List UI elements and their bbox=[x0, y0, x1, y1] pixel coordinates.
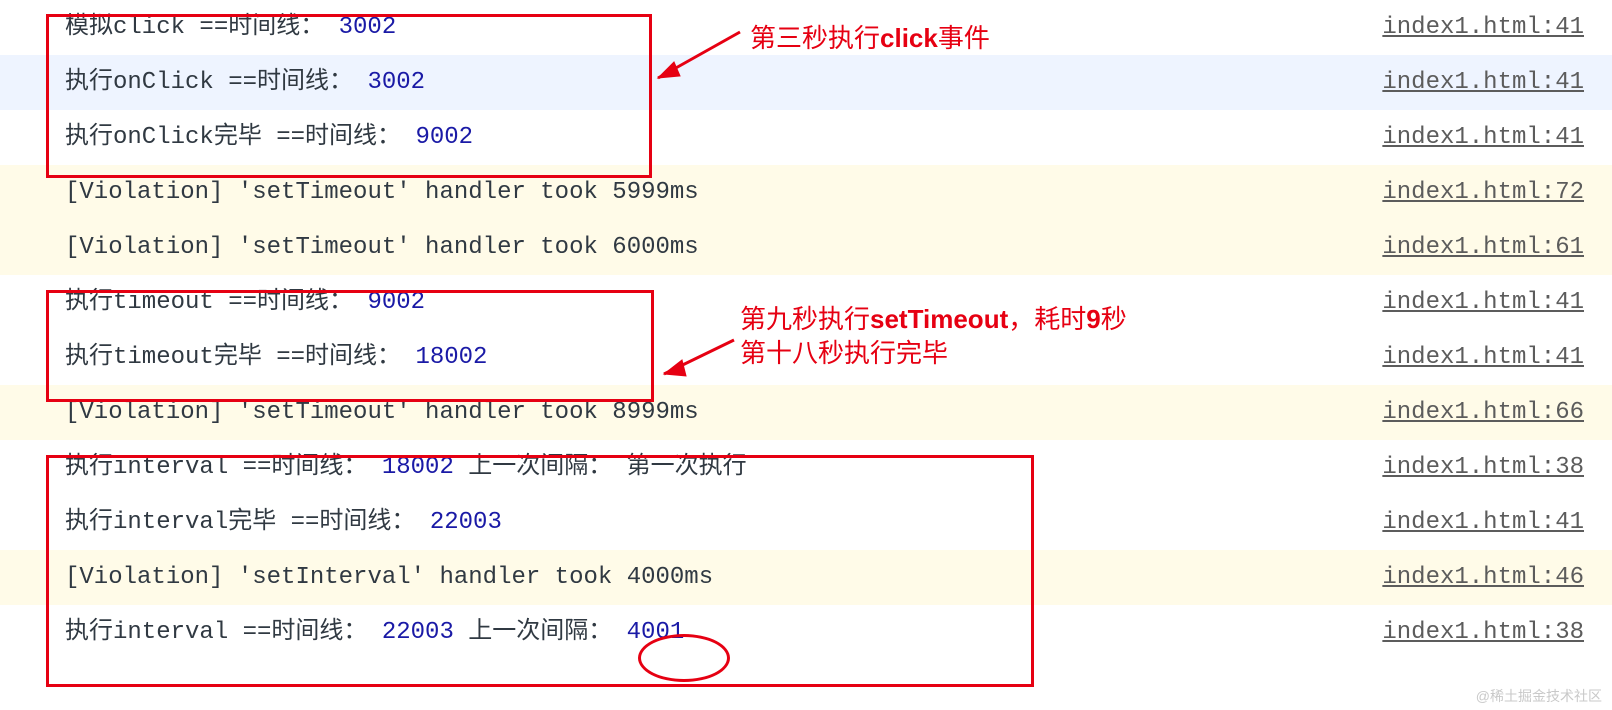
watermark: @稀土掘金技术社区 bbox=[1476, 686, 1602, 706]
log-segment: 执行onClick完毕 ==时间线： bbox=[65, 124, 415, 151]
console-row: 执行onClick完毕 ==时间线： 9002 index1.html:41 bbox=[0, 110, 1612, 165]
source-link[interactable]: index1.html:41 bbox=[1382, 0, 1584, 55]
console-row: [Violation] 'setTimeout' handler took 89… bbox=[0, 385, 1612, 440]
log-segment: 执行interval完毕 ==时间线： bbox=[65, 509, 430, 536]
log-segment: 18002 bbox=[382, 454, 454, 481]
console-rows: 模拟click ==时间线： 3002index1.html:41执行onCli… bbox=[0, 0, 1612, 660]
console-row: 模拟click ==时间线： 3002 index1.html:41 bbox=[0, 0, 1612, 55]
source-link[interactable]: index1.html:38 bbox=[1382, 440, 1584, 495]
console-row: 执行interval ==时间线： 22003 上一次间隔： 4001 index… bbox=[0, 605, 1612, 660]
console-row: [Violation] 'setTimeout' handler took 60… bbox=[0, 220, 1612, 275]
console-row: 执行timeout完毕 ==时间线： 18002 index1.html:41 bbox=[0, 330, 1612, 385]
console-row: 执行timeout ==时间线： 9002 index1.html:41 bbox=[0, 275, 1612, 330]
log-segment: 3002 bbox=[339, 14, 397, 41]
log-segment: [Violation] 'setInterval' handler took 4… bbox=[65, 564, 713, 591]
log-segment: 执行interval ==时间线： bbox=[65, 619, 382, 646]
source-link[interactable]: index1.html:41 bbox=[1382, 275, 1584, 330]
console-row: 执行interval ==时间线： 18002 上一次间隔： 第一次执行 inde… bbox=[0, 440, 1612, 495]
source-link[interactable]: index1.html:41 bbox=[1382, 495, 1584, 550]
log-segment: 模拟click ==时间线： bbox=[65, 14, 339, 41]
source-link[interactable]: index1.html:46 bbox=[1382, 550, 1584, 605]
log-segment: 3002 bbox=[367, 69, 425, 96]
source-link[interactable]: index1.html:38 bbox=[1382, 605, 1584, 660]
source-link[interactable]: index1.html:41 bbox=[1382, 330, 1584, 385]
console-screenshot: { "rows":[ {"type":"log","bg":"","segs":… bbox=[0, 0, 1612, 710]
source-link[interactable]: index1.html:66 bbox=[1382, 385, 1584, 440]
source-link[interactable]: index1.html:72 bbox=[1382, 165, 1584, 220]
source-link[interactable]: index1.html:41 bbox=[1382, 110, 1584, 165]
console-row: [Violation] 'setInterval' handler took 4… bbox=[0, 550, 1612, 605]
log-segment: 22003 bbox=[430, 509, 502, 536]
log-segment: 执行onClick ==时间线： bbox=[65, 69, 367, 96]
log-segment: 9002 bbox=[415, 124, 473, 151]
log-segment: 执行timeout ==时间线： bbox=[65, 289, 367, 316]
log-segment: 9002 bbox=[367, 289, 425, 316]
console-row: 执行interval完毕 ==时间线： 22003 index1.html:41 bbox=[0, 495, 1612, 550]
console-row: [Violation] 'setTimeout' handler took 59… bbox=[0, 165, 1612, 220]
log-segment: [Violation] 'setTimeout' handler took 89… bbox=[65, 399, 699, 426]
log-segment: 4001 bbox=[627, 619, 685, 646]
console-row: 执行onClick ==时间线： 3002 index1.html:41 bbox=[0, 55, 1612, 110]
source-link[interactable]: index1.html:41 bbox=[1382, 55, 1584, 110]
log-segment: 上一次间隔： 第一次执行 bbox=[454, 454, 747, 481]
log-segment: 执行interval ==时间线： bbox=[65, 454, 382, 481]
log-segment: [Violation] 'setTimeout' handler took 60… bbox=[65, 234, 699, 261]
log-segment: [Violation] 'setTimeout' handler took 59… bbox=[65, 179, 699, 206]
source-link[interactable]: index1.html:61 bbox=[1382, 220, 1584, 275]
log-segment: 18002 bbox=[415, 344, 487, 371]
log-segment: 上一次间隔： bbox=[454, 619, 627, 646]
log-segment: 执行timeout完毕 ==时间线： bbox=[65, 344, 415, 371]
log-segment: 22003 bbox=[382, 619, 454, 646]
